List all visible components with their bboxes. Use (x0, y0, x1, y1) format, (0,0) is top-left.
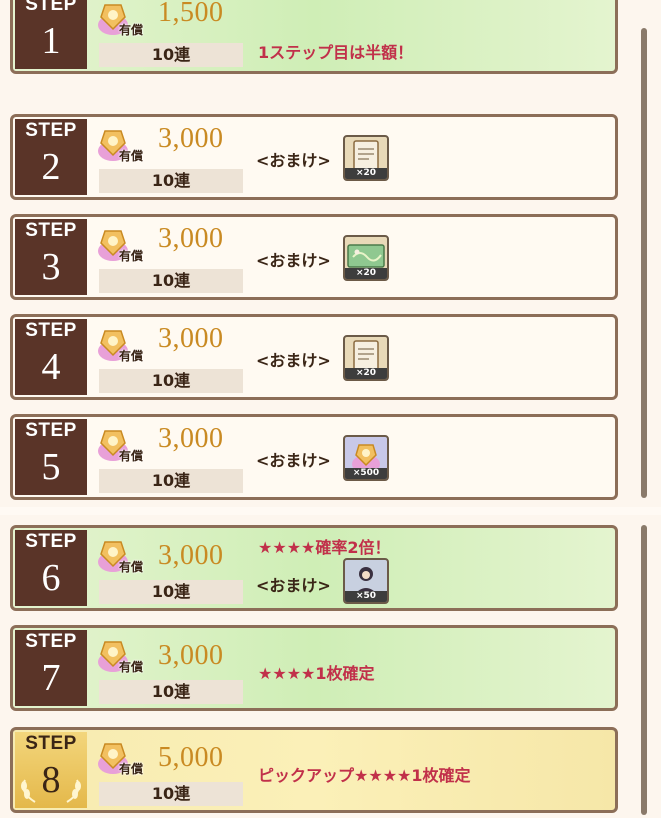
pull-count: 10連 (99, 680, 243, 704)
step-badge: STEP 5 (15, 419, 87, 495)
document-clipboard-icon: ×20 (343, 135, 389, 181)
gem-bag-icon: ×500 (343, 435, 389, 481)
bonus-label: <おまけ> (256, 251, 331, 270)
step-note: ★★★★確率2倍！ (258, 538, 391, 557)
step-row-2[interactable]: STEP 2 有償 3,000 10連 <おまけ> ×20 (10, 114, 618, 200)
price: 3,000 (158, 423, 224, 454)
price: 3,000 (158, 323, 224, 354)
document-clipboard-icon: ×20 (343, 335, 389, 381)
paid-gem-icon: 有償 (95, 325, 153, 365)
step-badge: STEP 2 (15, 119, 87, 195)
paid-gem-icon: 有償 (95, 636, 153, 676)
pull-count: 10連 (99, 369, 243, 393)
step-list-top[interactable]: STEP 1 有償 1,500 10連 1ステップ目は半額！ STEP 2 有償… (0, 0, 661, 507)
bonus-label: <おまけ> (256, 451, 331, 470)
step-note: ★★★★1枚確定 (258, 664, 375, 683)
step-row-8[interactable]: STEP 8 有償 5,000 10連 ピックアップ★★★★1枚確定 (10, 727, 618, 813)
paid-gem-icon: 有償 (95, 536, 153, 576)
step-row-6[interactable]: STEP 6 有償 3,000 10連 ★★★★確率2倍！ <おまけ> ×50 (10, 525, 618, 611)
step-number: 3 (41, 246, 61, 288)
price: 3,000 (158, 540, 224, 571)
pull-count: 10連 (99, 782, 243, 806)
paid-label: 有償 (119, 349, 144, 363)
step-number: 1 (41, 20, 61, 62)
price: 5,000 (158, 742, 224, 773)
step-label: STEP (25, 120, 77, 141)
step-badge: STEP 1 (15, 0, 87, 69)
step-row-7[interactable]: STEP 7 有償 3,000 10連 ★★★★1枚確定 (10, 625, 618, 711)
step-number: 6 (41, 557, 61, 599)
step-label: STEP (25, 531, 77, 552)
paid-label: 有償 (119, 149, 144, 163)
step-badge: STEP 3 (15, 219, 87, 295)
step-number: 7 (41, 657, 61, 699)
section-divider (0, 507, 661, 515)
step-label: STEP (25, 220, 77, 241)
step-number: 5 (41, 446, 61, 488)
step-row-1[interactable]: STEP 1 有償 1,500 10連 1ステップ目は半額！ (10, 0, 618, 74)
paid-gem-icon: 有償 (95, 738, 153, 778)
step-badge: STEP 8 (15, 732, 87, 808)
step-badge: STEP 4 (15, 319, 87, 395)
step-label: STEP (25, 320, 77, 341)
pull-count: 10連 (99, 169, 243, 193)
paid-gem-icon: 有償 (95, 225, 153, 265)
step-label: STEP (25, 420, 77, 441)
step-badge: STEP 7 (15, 630, 87, 706)
price: 3,000 (158, 223, 224, 254)
item-count: ×500 (345, 468, 387, 479)
step-list-bottom[interactable]: STEP 6 有償 3,000 10連 ★★★★確率2倍！ <おまけ> ×50 … (0, 515, 661, 818)
paid-label: 有償 (119, 23, 144, 37)
scrollbar[interactable] (641, 525, 647, 815)
paid-gem-icon: 有償 (95, 425, 153, 465)
step-label: STEP (25, 733, 77, 754)
item-count: ×50 (345, 591, 387, 602)
map-ticket-icon: ×20 (343, 235, 389, 281)
item-count: ×20 (345, 168, 387, 179)
price: 1,500 (158, 0, 224, 28)
price: 3,000 (158, 640, 224, 671)
pull-count: 10連 (99, 269, 243, 293)
price: 3,000 (158, 123, 224, 154)
item-count: ×20 (345, 268, 387, 279)
pull-count: 10連 (99, 43, 243, 67)
step-row-3[interactable]: STEP 3 有償 3,000 10連 <おまけ> ×20 (10, 214, 618, 300)
paid-label: 有償 (119, 449, 144, 463)
bonus-label: <おまけ> (256, 151, 331, 170)
paid-label: 有償 (119, 560, 144, 574)
laurel-icon (21, 779, 81, 803)
bonus-label: <おまけ> (256, 576, 331, 595)
step-row-4[interactable]: STEP 4 有償 3,000 10連 <おまけ> ×20 (10, 314, 618, 400)
pull-count: 10連 (99, 580, 243, 604)
step-label: STEP (25, 0, 77, 15)
pull-count: 10連 (99, 469, 243, 493)
paid-gem-icon: 有償 (95, 0, 153, 39)
step-number: 2 (41, 146, 61, 188)
item-count: ×20 (345, 368, 387, 379)
paid-gem-icon: 有償 (95, 125, 153, 165)
paid-label: 有償 (119, 249, 144, 263)
step-note: ピックアップ★★★★1枚確定 (258, 766, 471, 785)
step-number: 4 (41, 346, 61, 388)
paid-label: 有償 (119, 762, 144, 776)
step-label: STEP (25, 631, 77, 652)
character-portrait-icon: ×50 (343, 558, 389, 604)
step-note: 1ステップ目は半額！ (258, 43, 414, 62)
scrollbar[interactable] (641, 28, 647, 498)
bonus-label: <おまけ> (256, 351, 331, 370)
paid-label: 有償 (119, 660, 144, 674)
step-row-5[interactable]: STEP 5 有償 3,000 10連 <おまけ> ×500 (10, 414, 618, 500)
step-badge: STEP 6 (15, 530, 87, 606)
